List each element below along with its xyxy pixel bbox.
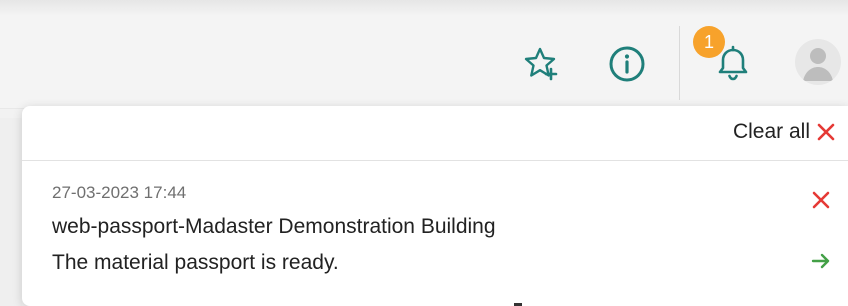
arrow-right-icon bbox=[811, 253, 830, 269]
top-navigation-bar: 1 bbox=[0, 0, 848, 108]
notification-date: 27-03-2023 17:44 bbox=[52, 183, 187, 202]
page-left-edge bbox=[0, 118, 22, 306]
notification-count-badge: 1 bbox=[693, 26, 725, 58]
notification-title: web-passport-Madaster Demonstration Buil… bbox=[52, 215, 496, 238]
close-icon bbox=[817, 123, 835, 141]
info-icon bbox=[609, 46, 645, 82]
info-button[interactable] bbox=[606, 43, 648, 85]
open-notification-button[interactable] bbox=[809, 249, 833, 273]
clear-all-button[interactable]: Clear all bbox=[733, 120, 836, 144]
top-shadow bbox=[0, 0, 848, 16]
notifications-panel-header: Clear all bbox=[22, 106, 848, 161]
user-avatar-icon bbox=[803, 48, 833, 81]
close-icon bbox=[812, 191, 830, 209]
star-add-icon bbox=[524, 47, 558, 81]
user-menu-button[interactable] bbox=[795, 39, 841, 85]
dismiss-notification-button[interactable] bbox=[809, 188, 833, 212]
notification-message: The material passport is ready. bbox=[52, 251, 339, 274]
clear-all-label: Clear all bbox=[732, 120, 810, 143]
notifications-panel: Clear all 27-03-2023 17:44 web-passport-… bbox=[22, 106, 848, 306]
favorite-add-button[interactable] bbox=[522, 44, 562, 84]
toolbar-divider bbox=[679, 26, 680, 100]
avatar bbox=[795, 39, 841, 85]
